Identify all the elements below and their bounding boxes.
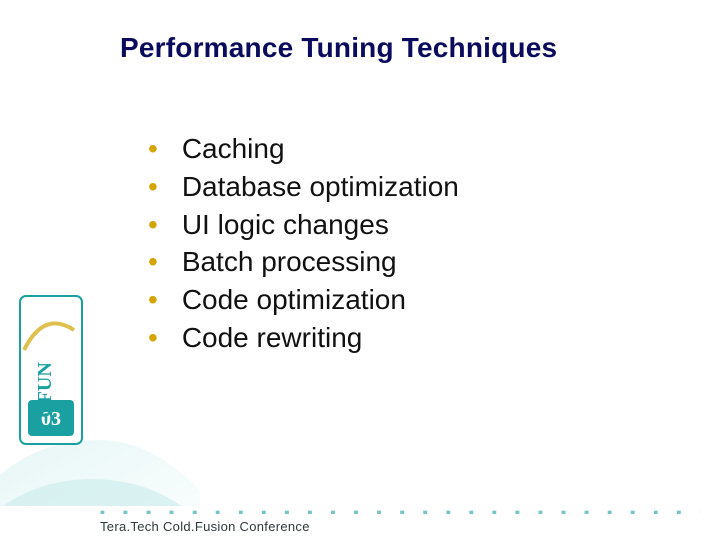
slide-content: • Caching • Database optimization • UI l… [148, 130, 680, 357]
bullet-icon: • [148, 319, 158, 357]
svg-text:CFUN: CFUN [34, 362, 56, 418]
bullet-list: • Caching • Database optimization • UI l… [148, 130, 680, 357]
list-item-label: Code rewriting [182, 319, 363, 357]
list-item: • Batch processing [148, 243, 680, 281]
list-item: • Database optimization [148, 168, 680, 206]
footer-dots: ■ ■ ■ ■ ■ ■ ■ ■ ■ ■ ■ ■ ■ ■ ■ ■ ■ ■ ■ ■ … [100, 508, 700, 514]
list-item-label: Code optimization [182, 281, 406, 319]
list-item-label: Caching [182, 130, 285, 168]
slide-footer: ■ ■ ■ ■ ■ ■ ■ ■ ■ ■ ■ ■ ■ ■ ■ ■ ■ ■ ■ ■ … [0, 506, 720, 540]
bullet-icon: • [148, 281, 158, 319]
list-item: • Code rewriting [148, 319, 680, 357]
cfun-badge: 03 CFUN [14, 290, 88, 450]
list-item-label: UI logic changes [182, 206, 389, 244]
list-item-label: Batch processing [182, 243, 397, 281]
list-item: • Caching [148, 130, 680, 168]
bullet-icon: • [148, 206, 158, 244]
list-item: • UI logic changes [148, 206, 680, 244]
bullet-icon: • [148, 130, 158, 168]
footer-brand-a: Tera.Tech [100, 519, 159, 534]
bullet-icon: • [148, 243, 158, 281]
list-item: • Code optimization [148, 281, 680, 319]
footer-label: Tera.Tech Cold.Fusion Conference [100, 519, 310, 534]
slide-title: Performance Tuning Techniques [120, 32, 690, 64]
footer-brand-b: Cold.Fusion Conference [159, 519, 310, 534]
bullet-icon: • [148, 168, 158, 206]
list-item-label: Database optimization [182, 168, 459, 206]
slide: Performance Tuning Techniques • Caching … [0, 0, 720, 540]
